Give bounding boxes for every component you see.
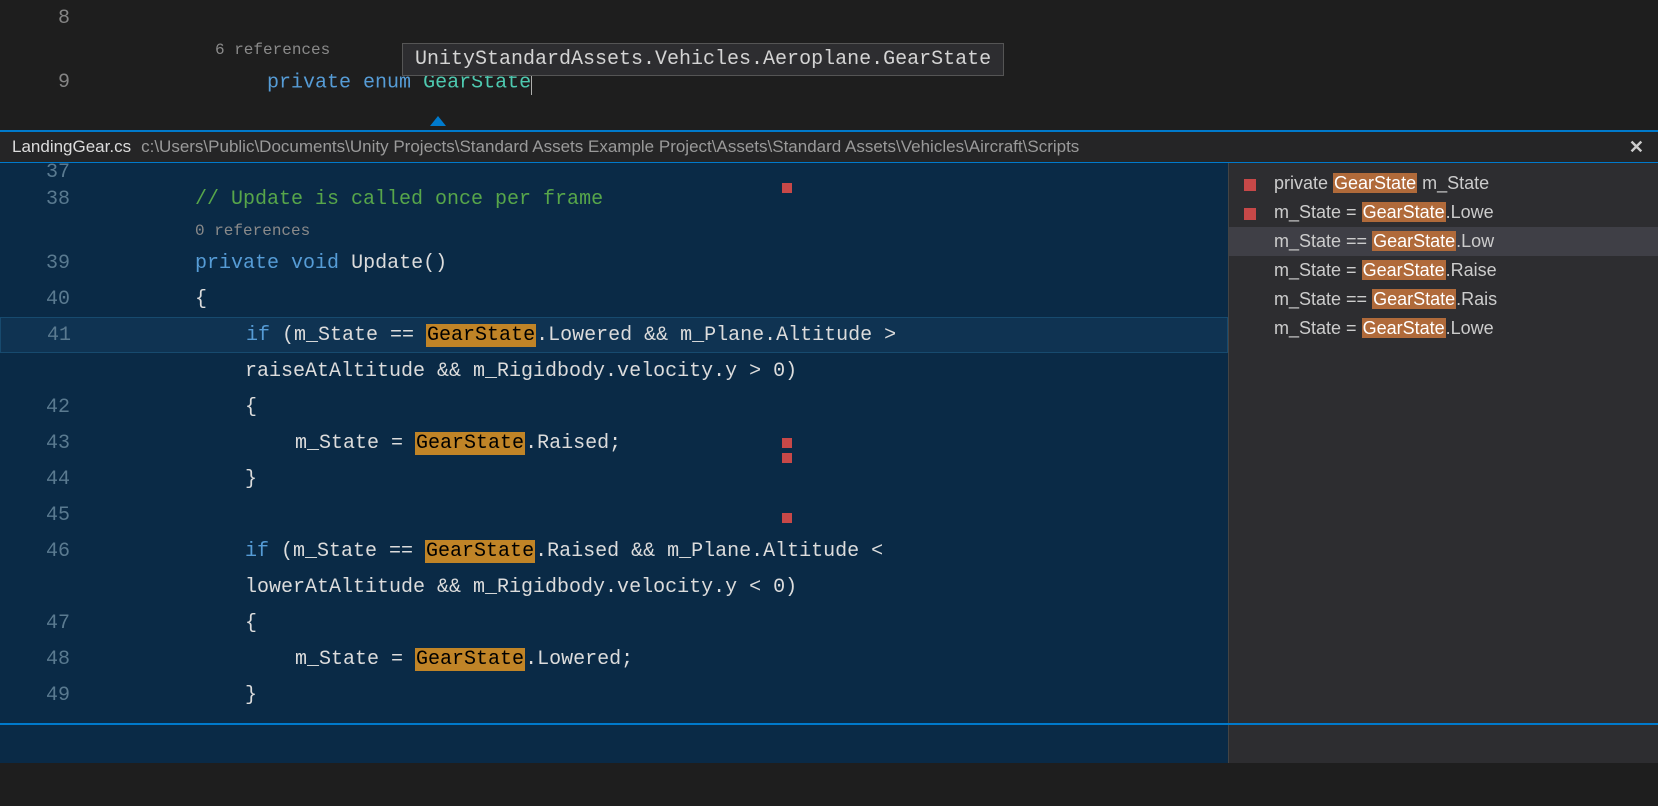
code-line[interactable]: raiseAtAltitude && m_Rigidbody.velocity.… — [0, 353, 1228, 389]
search-highlight: GearState — [1362, 202, 1446, 222]
code-line-current[interactable]: 41 if (m_State == GearState.Lowered && m… — [0, 317, 1228, 353]
peek-view: 37 38 // Update is called once per frame… — [0, 163, 1658, 763]
close-icon[interactable]: ✕ — [1629, 137, 1644, 158]
peek-filepath: c:\Users\Public\Documents\Unity Projects… — [141, 137, 1079, 157]
line-number: 48 — [0, 648, 95, 671]
code-line[interactable]: 40 { — [0, 281, 1228, 317]
code-line[interactable]: 8 — [0, 0, 1658, 36]
codelens-row[interactable]: 0 references — [0, 217, 1228, 245]
search-highlight: GearState — [415, 648, 525, 671]
result-row[interactable]: private GearState m_State — [1229, 169, 1658, 198]
code-content: { — [95, 396, 257, 419]
code-content: { — [95, 612, 257, 635]
result-row[interactable]: m_State == GearState.Rais — [1229, 285, 1658, 314]
result-row[interactable]: m_State = GearState.Raise — [1229, 256, 1658, 285]
line-number: 45 — [0, 504, 95, 527]
code-content: m_State = GearState.Lowered; — [95, 648, 633, 671]
codelens-references[interactable]: 0 references — [95, 222, 310, 240]
search-highlight: GearState — [1372, 231, 1456, 251]
code-line[interactable]: 37 — [0, 163, 1228, 181]
code-line[interactable]: 45 — [0, 497, 1228, 533]
result-row[interactable]: m_State = GearState.Lowe — [1229, 198, 1658, 227]
code-content: } — [95, 468, 257, 491]
code-content: private void Update() — [95, 252, 447, 275]
code-content: m_State = GearState.Raised; — [95, 432, 621, 455]
code-line[interactable]: 42 { — [0, 389, 1228, 425]
search-highlight: GearState — [425, 540, 535, 563]
search-highlight: GearState — [415, 432, 525, 455]
search-highlight: GearState — [426, 324, 536, 347]
code-content: // Update is called once per frame — [95, 188, 603, 211]
code-content: } — [95, 684, 257, 707]
line-number: 39 — [0, 252, 95, 275]
code-content: if (m_State == GearState.Lowered && m_Pl… — [96, 324, 908, 347]
result-row[interactable]: m_State == GearState.Low — [1229, 227, 1658, 256]
peek-results-list[interactable]: private GearState m_Statem_State = GearS… — [1228, 163, 1658, 763]
search-highlight: GearState — [1333, 173, 1417, 193]
code-line[interactable]: 44 } — [0, 461, 1228, 497]
code-content: if (m_State == GearState.Raised && m_Pla… — [95, 540, 895, 563]
error-marker-icon — [1244, 179, 1256, 191]
line-number: 42 — [0, 396, 95, 419]
scrollbar-marker[interactable] — [782, 183, 792, 193]
code-line[interactable]: 39 private void Update() — [0, 245, 1228, 281]
code-line[interactable]: 43 m_State = GearState.Raised; — [0, 425, 1228, 461]
peek-header-bar[interactable]: LandingGear.cs c:\Users\Public\Documents… — [0, 130, 1658, 163]
code-line[interactable]: 38 // Update is called once per frame — [0, 181, 1228, 217]
line-number: 44 — [0, 468, 95, 491]
scrollbar-marker[interactable] — [782, 453, 792, 463]
line-number: 49 — [0, 684, 95, 707]
line-number: 47 — [0, 612, 95, 635]
line-number: 43 — [0, 432, 95, 455]
top-editor-pane[interactable]: 8 6 references 9 private enum GearState … — [0, 0, 1658, 130]
line-number: 40 — [0, 288, 95, 311]
line-number: 41 — [1, 324, 96, 347]
search-highlight: GearState — [1372, 289, 1456, 309]
search-highlight: GearState — [1362, 318, 1446, 338]
scrollbar-marker[interactable] — [782, 513, 792, 523]
code-line[interactable]: 49 } — [0, 677, 1228, 713]
code-line[interactable]: 46 if (m_State == GearState.Raised && m_… — [0, 533, 1228, 569]
hover-tooltip: UnityStandardAssets.Vehicles.Aeroplane.G… — [402, 43, 1004, 76]
peek-code-area[interactable]: 37 38 // Update is called once per frame… — [0, 163, 1228, 763]
peek-border — [0, 723, 1658, 725]
code-line[interactable]: 48 m_State = GearState.Lowered; — [0, 641, 1228, 677]
error-marker-icon — [1244, 208, 1256, 220]
line-number: 46 — [0, 540, 95, 563]
code-line[interactable]: 47 { — [0, 605, 1228, 641]
scrollbar-marker[interactable] — [782, 438, 792, 448]
code-content: raiseAtAltitude && m_Rigidbody.velocity.… — [95, 360, 797, 383]
peek-filename[interactable]: LandingGear.cs — [12, 137, 131, 157]
keyword: private — [267, 71, 351, 94]
line-number: 38 — [0, 188, 95, 211]
code-content: lowerAtAltitude && m_Rigidbody.velocity.… — [95, 576, 797, 599]
line-number: 9 — [0, 71, 95, 94]
code-content: { — [95, 288, 207, 311]
search-highlight: GearState — [1362, 260, 1446, 280]
line-number: 8 — [0, 7, 95, 30]
code-line[interactable]: lowerAtAltitude && m_Rigidbody.velocity.… — [0, 569, 1228, 605]
result-row[interactable]: m_State = GearState.Lowe — [1229, 314, 1658, 343]
